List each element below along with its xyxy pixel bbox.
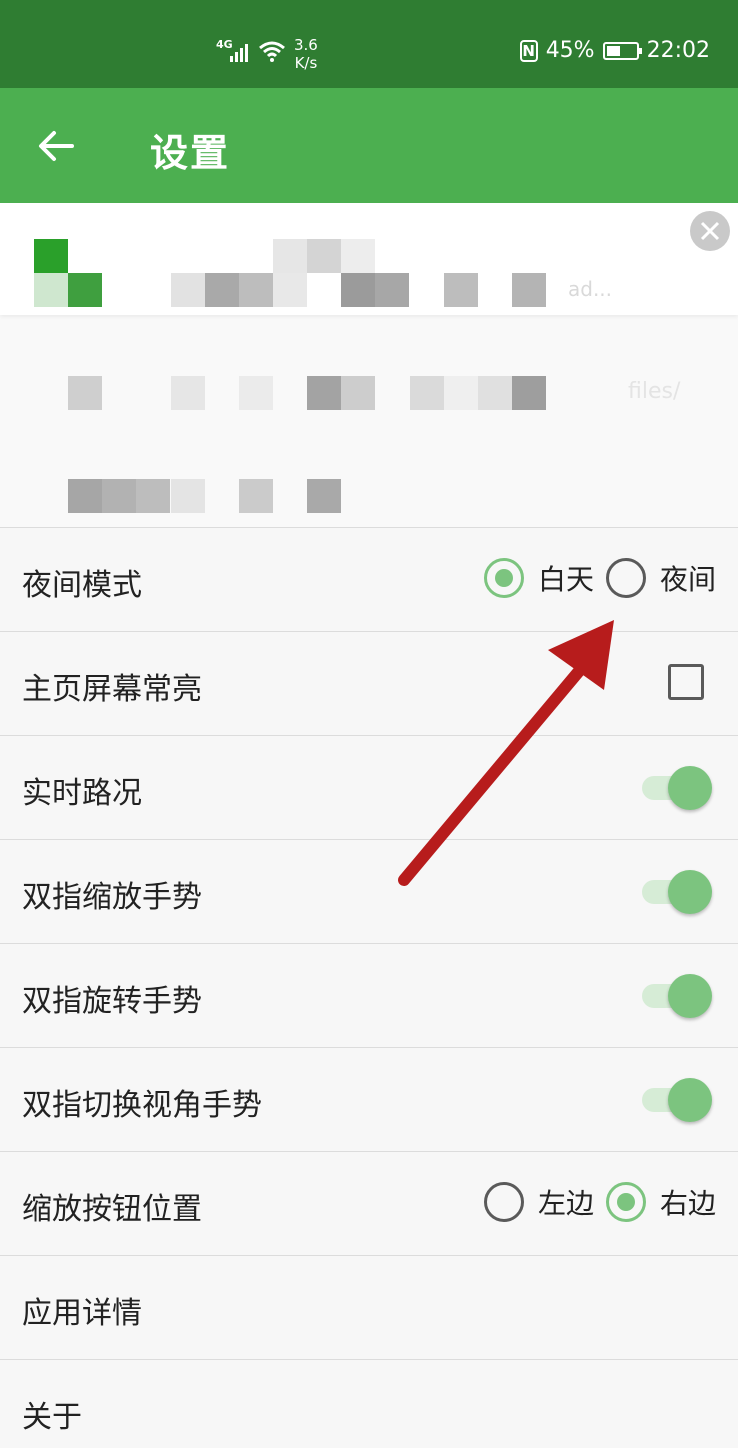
about-row[interactable]: 关于	[0, 1359, 738, 1448]
mosaic-block	[512, 376, 546, 410]
mosaic-block	[341, 273, 375, 307]
mosaic-block	[444, 376, 478, 410]
tilt-toggle[interactable]	[642, 1078, 712, 1122]
radio-night[interactable]	[605, 558, 646, 598]
app-details-label: 应用详情	[22, 1296, 142, 1331]
rotate-label: 双指旋转手势	[22, 984, 202, 1019]
mosaic-block	[102, 479, 136, 513]
radio-night-label[interactable]: 夜间	[660, 558, 716, 598]
status-bar: 4G 3.6 K/s N 45% 22:02	[0, 0, 738, 88]
network-speed: 3.6 K/s	[294, 36, 318, 72]
status-right: N 45% 22:02	[519, 38, 710, 63]
rotate-toggle[interactable]	[642, 974, 712, 1018]
screen-on-label: 主页屏幕常亮	[22, 672, 202, 707]
banner-faint-text: ad...	[568, 277, 613, 301]
battery-icon	[602, 41, 642, 60]
speed-unit: K/s	[294, 54, 318, 72]
about-label: 关于	[22, 1400, 82, 1435]
mosaic-block	[239, 376, 273, 410]
radio-day[interactable]	[483, 558, 524, 598]
mosaic-block	[273, 273, 307, 307]
app-details-row[interactable]: 应用详情	[0, 1255, 738, 1358]
app-bar: 设置	[0, 88, 738, 203]
screen-on-checkbox[interactable]	[668, 664, 704, 700]
close-icon	[700, 221, 720, 241]
obscured-banner: ad... files/	[0, 203, 738, 528]
battery-fill	[606, 45, 620, 56]
mosaic-block	[239, 273, 273, 307]
mosaic-block	[444, 273, 478, 307]
mosaic-block	[68, 479, 102, 513]
pinch-zoom-row[interactable]: 双指缩放手势	[0, 839, 738, 942]
night-mode-radio-group: 白天 夜间	[483, 558, 716, 598]
mosaic-block	[307, 239, 341, 273]
zoom-buttons-row: 缩放按钮位置 左边 右边	[0, 1151, 738, 1254]
tilt-row[interactable]: 双指切换视角手势	[0, 1047, 738, 1150]
back-arrow-icon[interactable]	[36, 128, 76, 164]
radio-day-label[interactable]: 白天	[538, 558, 594, 598]
mosaic-block	[205, 273, 239, 307]
mosaic-block	[307, 376, 341, 410]
mosaic-block	[375, 273, 409, 307]
mosaic-block	[307, 479, 341, 513]
mosaic-block	[34, 239, 68, 273]
mosaic-block	[68, 376, 102, 410]
radio-left-label[interactable]: 左边	[538, 1182, 594, 1222]
screen-on-row[interactable]: 主页屏幕常亮	[0, 631, 738, 734]
mosaic-block	[136, 479, 170, 513]
wifi-icon	[259, 41, 285, 62]
night-mode-row: 夜间模式 白天 夜间	[0, 527, 738, 630]
mosaic-block	[410, 376, 444, 410]
mosaic-block	[273, 239, 307, 273]
traffic-row[interactable]: 实时路况	[0, 735, 738, 838]
mosaic-block	[512, 273, 546, 307]
mosaic-block	[68, 273, 102, 307]
toggle-thumb	[668, 870, 712, 914]
toggle-thumb	[668, 766, 712, 810]
battery-percent: 45%	[545, 38, 595, 63]
rotate-row[interactable]: 双指旋转手势	[0, 943, 738, 1046]
mosaic-block	[171, 479, 205, 513]
radio-right-label[interactable]: 右边	[660, 1182, 716, 1222]
close-banner-button[interactable]	[690, 211, 730, 251]
mosaic-block	[341, 239, 375, 273]
page-title: 设置	[150, 131, 231, 175]
nfc-icon: N	[519, 39, 538, 62]
radio-right[interactable]	[605, 1182, 646, 1222]
pinch-zoom-toggle[interactable]	[642, 870, 712, 914]
mosaic-block	[34, 273, 68, 307]
banner-card[interactable]: ad...	[0, 203, 738, 315]
speed-value: 3.6	[294, 36, 318, 54]
mosaic-block	[341, 376, 375, 410]
mosaic-block	[171, 273, 205, 307]
banner-faint-text: files/	[628, 379, 681, 404]
pinch-zoom-label: 双指缩放手势	[22, 880, 202, 915]
night-mode-label: 夜间模式	[22, 568, 142, 603]
mosaic-block	[171, 376, 205, 410]
mosaic-block	[478, 376, 512, 410]
toggle-thumb	[668, 974, 712, 1018]
traffic-label: 实时路况	[22, 776, 142, 811]
tilt-label: 双指切换视角手势	[22, 1088, 262, 1123]
signal-icon	[230, 44, 248, 62]
toggle-thumb	[668, 1078, 712, 1122]
traffic-toggle[interactable]	[642, 766, 712, 810]
zoom-buttons-radio-group: 左边 右边	[483, 1182, 716, 1222]
radio-left[interactable]	[483, 1182, 524, 1222]
zoom-buttons-label: 缩放按钮位置	[22, 1192, 202, 1227]
clock: 22:02	[646, 38, 710, 63]
mosaic-block	[239, 479, 273, 513]
